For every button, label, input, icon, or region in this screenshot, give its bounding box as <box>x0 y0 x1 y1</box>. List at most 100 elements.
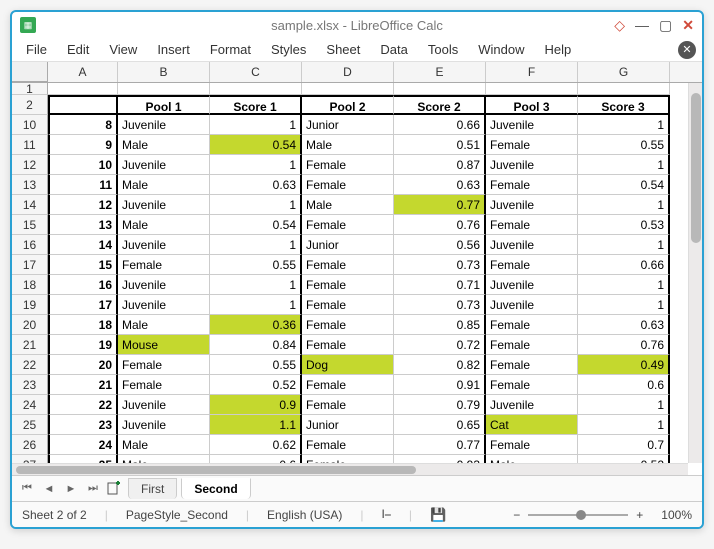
cell[interactable]: 0.56 <box>394 235 486 255</box>
cell[interactable]: 0.71 <box>394 275 486 295</box>
close-document-button[interactable]: ✕ <box>678 41 696 59</box>
cell[interactable]: Juvenile <box>486 395 578 415</box>
menu-file[interactable]: File <box>18 40 55 59</box>
cell[interactable]: 13 <box>48 215 118 235</box>
row-header[interactable]: 12 <box>12 155 48 175</box>
cell[interactable]: Female <box>486 355 578 375</box>
zoom-slider[interactable]: − + <box>513 508 643 522</box>
cell[interactable]: Juvenile <box>118 295 210 315</box>
cell[interactable]: 8 <box>48 115 118 135</box>
cell[interactable] <box>486 83 578 95</box>
cell[interactable]: 0.53 <box>578 215 670 235</box>
cell[interactable]: Juvenile <box>118 275 210 295</box>
cell[interactable]: 0.52 <box>578 455 670 463</box>
row-header[interactable]: 26 <box>12 435 48 455</box>
cell[interactable]: Female <box>118 375 210 395</box>
cell[interactable]: Female <box>486 435 578 455</box>
close-button[interactable]: ✕ <box>682 17 694 34</box>
cell[interactable]: Juvenile <box>486 275 578 295</box>
next-sheet-button[interactable]: ► <box>62 480 80 498</box>
cell[interactable] <box>394 83 486 95</box>
cell[interactable]: Juvenile <box>118 195 210 215</box>
cell[interactable]: 0.77 <box>394 195 486 215</box>
cell[interactable]: Juvenile <box>118 115 210 135</box>
cell[interactable]: Female <box>486 255 578 275</box>
scrollbar-thumb[interactable] <box>691 93 701 243</box>
cell[interactable]: 11 <box>48 175 118 195</box>
cell[interactable] <box>48 95 118 115</box>
cell[interactable]: Male <box>118 135 210 155</box>
last-sheet-button[interactable]: ⏭ <box>84 480 102 498</box>
cell[interactable]: 20 <box>48 355 118 375</box>
row-header[interactable]: 18 <box>12 275 48 295</box>
cell[interactable]: Female <box>486 375 578 395</box>
cell[interactable]: Female <box>486 335 578 355</box>
cell[interactable]: 10 <box>48 155 118 175</box>
cell[interactable] <box>210 83 302 95</box>
save-icon[interactable]: 💾 <box>430 507 446 523</box>
cell[interactable]: Female <box>302 435 394 455</box>
cell[interactable]: 24 <box>48 435 118 455</box>
cell[interactable]: Juvenile <box>486 155 578 175</box>
cell[interactable]: Juvenile <box>486 195 578 215</box>
cell[interactable]: Juvenile <box>486 295 578 315</box>
row-header[interactable]: 16 <box>12 235 48 255</box>
menu-insert[interactable]: Insert <box>149 40 198 59</box>
cell[interactable]: 0.63 <box>578 315 670 335</box>
cell[interactable]: Score 1 <box>210 95 302 115</box>
cell[interactable]: Female <box>118 355 210 375</box>
scrollbar-thumb[interactable] <box>16 466 416 474</box>
cell[interactable]: 0.62 <box>210 435 302 455</box>
cell[interactable]: 0.55 <box>578 135 670 155</box>
cell[interactable]: Cat <box>486 415 578 435</box>
col-header-C[interactable]: C <box>210 62 302 82</box>
slider-thumb[interactable] <box>576 510 586 520</box>
col-header-D[interactable]: D <box>302 62 394 82</box>
menu-view[interactable]: View <box>101 40 145 59</box>
cell[interactable] <box>578 83 670 95</box>
page-style[interactable]: PageStyle_Second <box>126 508 228 522</box>
cell[interactable]: 17 <box>48 295 118 315</box>
cell[interactable]: 0.55 <box>210 355 302 375</box>
cell[interactable]: Juvenile <box>118 235 210 255</box>
cell[interactable]: 1 <box>210 115 302 135</box>
col-header-G[interactable]: G <box>578 62 670 82</box>
cell[interactable]: 0.73 <box>394 255 486 275</box>
menu-tools[interactable]: Tools <box>420 40 466 59</box>
horizontal-scrollbar[interactable] <box>12 463 688 475</box>
cell[interactable]: 0.63 <box>210 175 302 195</box>
cell[interactable]: Mouse <box>118 335 210 355</box>
sheet-tab-first[interactable]: First <box>128 478 177 499</box>
col-header-B[interactable]: B <box>118 62 210 82</box>
cell[interactable]: 1 <box>210 275 302 295</box>
cell[interactable]: 1.1 <box>210 415 302 435</box>
cell[interactable]: 0.66 <box>578 255 670 275</box>
cell[interactable]: 0.91 <box>394 375 486 395</box>
cell[interactable]: 1 <box>578 275 670 295</box>
cell[interactable]: Female <box>302 295 394 315</box>
menu-window[interactable]: Window <box>470 40 532 59</box>
cell[interactable]: 1 <box>578 195 670 215</box>
col-header-E[interactable]: E <box>394 62 486 82</box>
row-header[interactable]: 1 <box>12 83 48 95</box>
cell[interactable]: Female <box>302 455 394 463</box>
first-sheet-button[interactable]: ⏮ <box>18 480 36 498</box>
cell[interactable]: 18 <box>48 315 118 335</box>
cell[interactable]: Score 2 <box>394 95 486 115</box>
insert-mode-icon[interactable]: I⎯ <box>382 507 391 522</box>
grid-body[interactable]: 1 2 Pool 1 Score 1 Pool 2 Score 2 <box>12 83 702 463</box>
maximize-button[interactable]: ▢ <box>659 17 672 34</box>
prev-sheet-button[interactable]: ◄ <box>40 480 58 498</box>
cell[interactable]: Female <box>486 135 578 155</box>
cell[interactable]: Junior <box>302 115 394 135</box>
row-header[interactable]: 20 <box>12 315 48 335</box>
cell[interactable]: 0.87 <box>394 155 486 175</box>
menu-sheet[interactable]: Sheet <box>318 40 368 59</box>
language[interactable]: English (USA) <box>267 508 342 522</box>
cell[interactable]: Juvenile <box>118 415 210 435</box>
cell[interactable]: Female <box>302 275 394 295</box>
slider-track[interactable] <box>528 514 628 516</box>
cell[interactable]: Dog <box>302 355 394 375</box>
cell[interactable]: 0.93 <box>394 455 486 463</box>
pin-icon[interactable]: ◇ <box>614 17 625 34</box>
